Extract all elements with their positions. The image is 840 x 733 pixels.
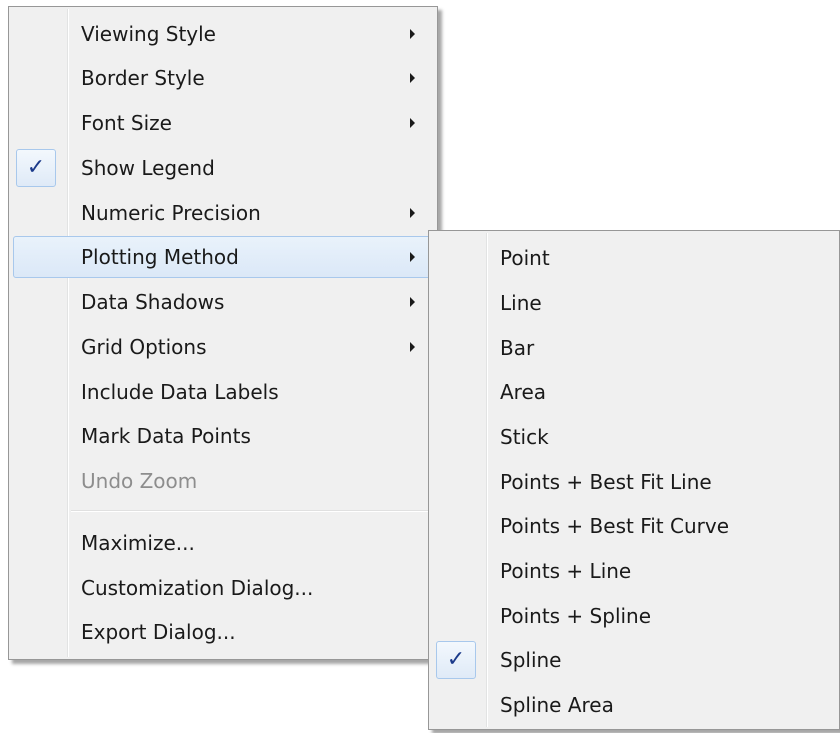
submenu-item-points-line[interactable]: Points + Line [433, 550, 835, 592]
submenu-item-stick[interactable]: Stick [433, 416, 835, 458]
menu-item-label: Viewing Style [81, 22, 216, 46]
menu-item-label: Export Dialog... [81, 620, 236, 644]
menu-item-border-style[interactable]: Border Style [13, 57, 433, 99]
submenu-arrow-icon [410, 342, 415, 352]
submenu-item-point[interactable]: Point [433, 237, 835, 279]
menu-item-label: Mark Data Points [81, 424, 251, 448]
checkmark-icon: ✓ [446, 647, 466, 672]
submenu-arrow-icon [410, 252, 415, 262]
menu-item-label: Undo Zoom [81, 469, 198, 493]
menu-item-customization-dialog[interactable]: Customization Dialog... [13, 567, 433, 609]
submenu-arrow-icon [410, 297, 415, 307]
menu-item-export-dialog[interactable]: Export Dialog... [13, 611, 433, 653]
submenu-arrow-icon [410, 29, 415, 39]
menu-item-label: Spline Area [500, 693, 614, 717]
submenu-item-spline[interactable]: ✓ Spline [433, 639, 835, 681]
menu-item-undo-zoom: Undo Zoom [13, 460, 433, 502]
submenu-item-points-best-fit-line[interactable]: Points + Best Fit Line [433, 461, 835, 503]
menu-item-data-shadows[interactable]: Data Shadows [13, 281, 433, 323]
menu-item-grid-options[interactable]: Grid Options [13, 326, 433, 368]
menu-item-label: Maximize... [81, 531, 195, 555]
submenu-item-bar[interactable]: Bar [433, 327, 835, 369]
menu-item-maximize[interactable]: Maximize... [13, 522, 433, 564]
menu-separator [71, 510, 431, 512]
menu-item-font-size[interactable]: Font Size [13, 102, 433, 144]
submenu-item-line[interactable]: Line [433, 282, 835, 324]
menu-item-mark-data-points[interactable]: Mark Data Points [13, 415, 433, 457]
menu-item-label: Data Shadows [81, 290, 225, 314]
menu-item-label: Stick [500, 425, 549, 449]
menu-item-numeric-precision[interactable]: Numeric Precision [13, 192, 433, 234]
menu-item-viewing-style[interactable]: Viewing Style [13, 13, 433, 55]
submenu-arrow-icon [410, 208, 415, 218]
menu-item-label: Points + Best Fit Line [500, 470, 712, 494]
context-menu: Viewing Style Border Style Font Size ✓ S… [8, 6, 438, 660]
menu-item-label: Area [500, 380, 547, 404]
submenu-item-points-spline[interactable]: Points + Spline [433, 595, 835, 637]
checkmark-indicator: ✓ [16, 149, 56, 187]
menu-item-show-legend[interactable]: ✓ Show Legend [13, 147, 433, 189]
submenu-item-points-best-fit-curve[interactable]: Points + Best Fit Curve [433, 505, 835, 547]
menu-item-label: Points + Line [500, 559, 632, 583]
submenu-item-spline-area[interactable]: Spline Area [433, 684, 835, 726]
menu-item-include-data-labels[interactable]: Include Data Labels [13, 371, 433, 413]
menu-item-label: Border Style [81, 66, 205, 90]
menu-item-label: Point [500, 246, 550, 270]
menu-item-label: Font Size [81, 111, 172, 135]
menu-item-label: Points + Spline [500, 604, 652, 628]
menu-item-label: Grid Options [81, 335, 207, 359]
menu-item-label: Spline [500, 648, 562, 672]
menu-item-label: Line [500, 291, 542, 315]
menu-item-label: Include Data Labels [81, 380, 279, 404]
menu-item-label: Points + Best Fit Curve [500, 514, 730, 538]
menu-item-label: Show Legend [81, 156, 215, 180]
submenu-item-area[interactable]: Area [433, 371, 835, 413]
checkmark-indicator: ✓ [436, 641, 476, 679]
menu-item-label: Numeric Precision [81, 201, 261, 225]
checkmark-icon: ✓ [26, 155, 46, 180]
menu-item-plotting-method[interactable]: Plotting Method [13, 236, 433, 278]
menu-item-label: Plotting Method [81, 245, 239, 269]
menu-item-label: Customization Dialog... [81, 576, 314, 600]
submenu-arrow-icon [410, 118, 415, 128]
submenu-arrow-icon [410, 73, 415, 83]
plotting-method-submenu: Point Line Bar Area Stick Points + Best … [428, 230, 840, 730]
menu-item-label: Bar [500, 336, 535, 360]
